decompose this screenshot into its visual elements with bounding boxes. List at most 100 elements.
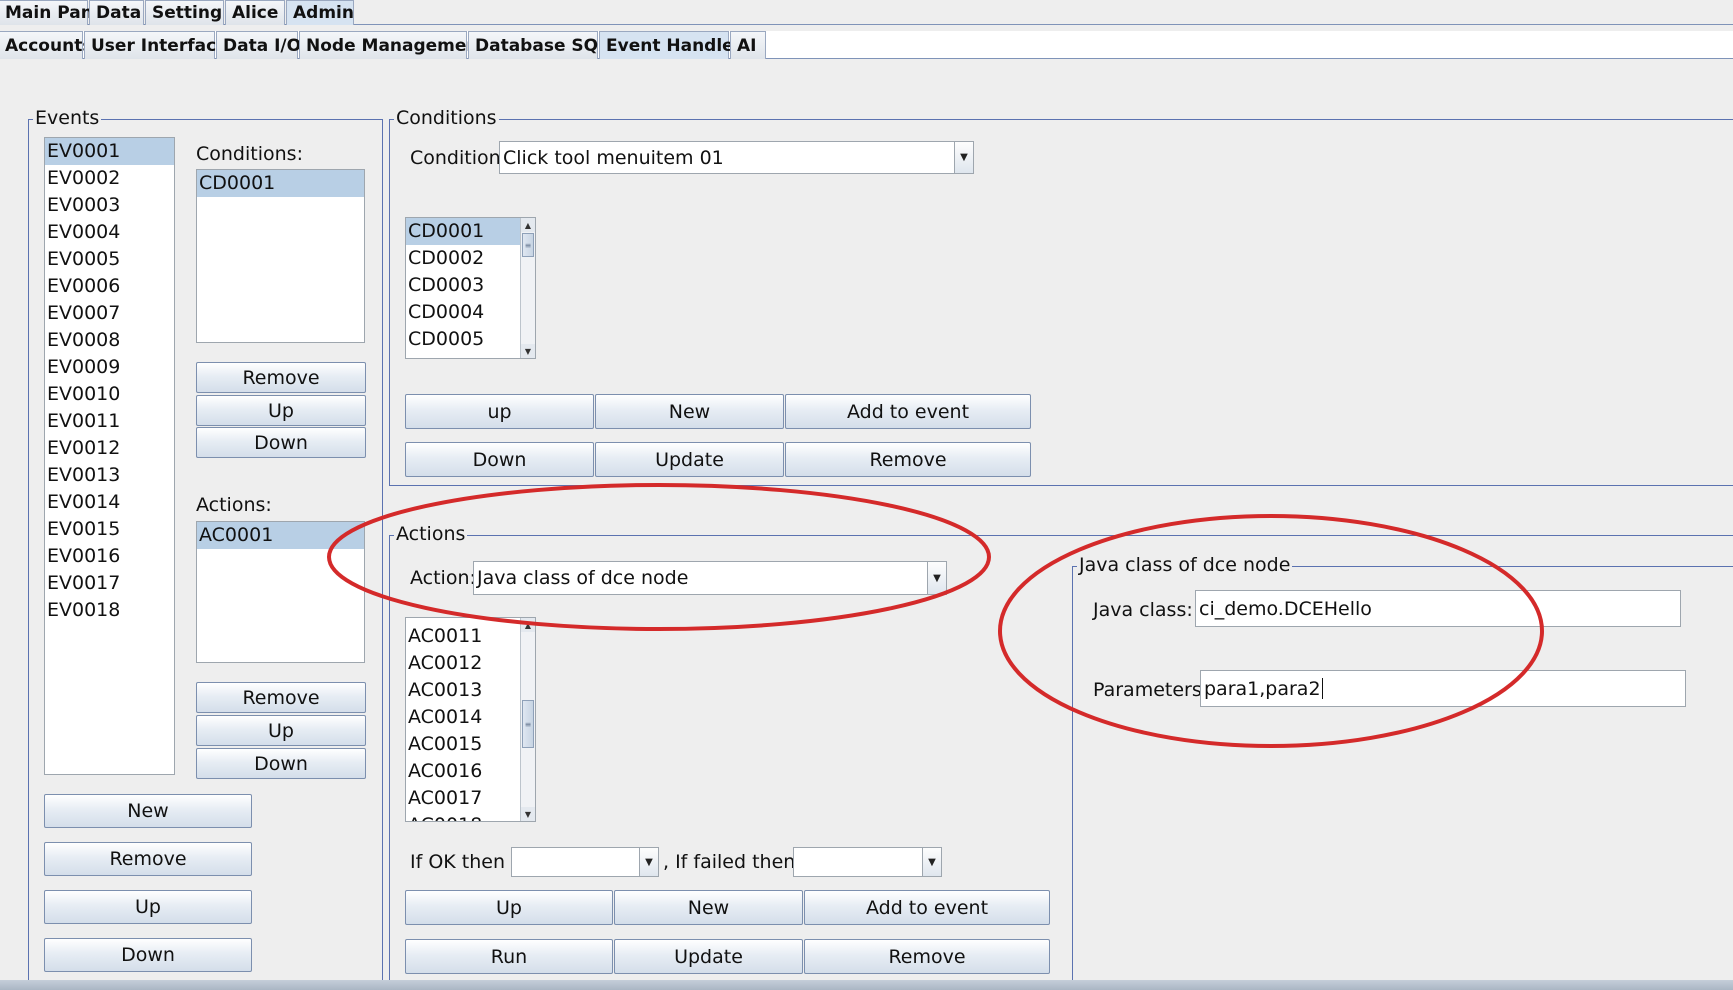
condition-select-value: Click tool menuitem 01 [503,146,724,169]
list-item[interactable]: EV0009 [45,354,174,381]
action-up-button[interactable]: Up [405,890,613,925]
list-item[interactable]: CD0003 [406,272,521,299]
chevron-down-icon[interactable]: ▼ [954,142,973,173]
list-item[interactable]: EV0006 [45,273,174,300]
list-item[interactable]: AC0017 [406,785,521,812]
list-item[interactable]: CD0002 [406,245,521,272]
tab-event-handler[interactable]: Event Handler [599,31,742,59]
tab-database-sql[interactable]: Database SQL [468,31,609,59]
condition-select[interactable]: Click tool menuitem 01 ▼ [499,141,974,174]
events-list[interactable]: EV0001 EV0002 EV0003 EV0004 EV0005 EV0006 EV00… [44,137,175,775]
tab-accounts[interactable]: Accounts [0,31,92,59]
tab-admin[interactable]: Admin [286,0,354,25]
scroll-down-icon[interactable]: ▼ [521,344,535,358]
scroll-down-icon[interactable]: ▼ [521,807,535,821]
list-item[interactable]: EV0005 [45,246,174,273]
action-select[interactable]: Java class of dce node ▼ [473,561,947,595]
list-item[interactable]: AC0015 [406,731,521,758]
actions-scrollbar[interactable]: ▲ ≡ ▼ [520,618,535,821]
list-item[interactable]: EV0007 [45,300,174,327]
if-failed-label: , If failed then [663,851,796,873]
java-class-label: Java class: [1093,599,1193,621]
conditions-list[interactable]: CD0001 CD0002 CD0003 CD0004 CD0005 ▲ ≡ ▼ [405,217,536,359]
list-item[interactable]: AC0001 [197,522,364,549]
list-item[interactable]: EV0011 [45,408,174,435]
list-item[interactable]: EV0002 [45,165,174,192]
event-down-button[interactable]: Down [44,938,252,972]
condition-label: Condition: [410,147,508,169]
event-action-down-button[interactable]: Down [196,748,366,779]
java-class-field[interactable]: ci_demo.DCEHello [1195,590,1681,627]
list-item[interactable]: CD0001 [406,218,521,245]
list-item[interactable]: AC0013 [406,677,521,704]
event-condition-down-button[interactable]: Down [196,427,366,458]
list-item[interactable]: EV0012 [45,435,174,462]
parameters-label: Parameters: [1093,679,1209,701]
list-item[interactable]: CD0004 [406,299,521,326]
condition-update-button[interactable]: Update [595,442,784,477]
condition-remove-button[interactable]: Remove [785,442,1031,477]
condition-down-button[interactable]: Down [405,442,594,477]
action-add-to-event-button[interactable]: Add to event [804,890,1050,925]
list-item[interactable]: EV0010 [45,381,174,408]
chevron-down-icon[interactable]: ▼ [639,848,658,876]
list-item[interactable]: AC0018 [406,812,521,821]
scroll-up-icon[interactable]: ▲ [521,218,535,232]
scroll-thumb[interactable]: ≡ [522,233,534,257]
list-item[interactable]: EV0013 [45,462,174,489]
list-item[interactable]: EV0003 [45,192,174,219]
event-remove-button[interactable]: Remove [44,842,252,876]
java-class-title: Java class of dce node [1077,554,1293,576]
scroll-up-icon[interactable]: ▲ [521,618,535,632]
condition-new-button[interactable]: New [595,394,784,429]
event-condition-remove-button[interactable]: Remove [196,362,366,393]
list-item[interactable]: AC0011 [406,623,521,650]
tab-node-management[interactable]: Node Management [299,31,487,59]
events-title: Events [33,107,102,129]
main-tab-bar: Main Panel Data Setting Alice Admin [0,0,1733,25]
if-ok-select[interactable]: ▼ [511,847,659,877]
tab-alice[interactable]: Alice [225,0,285,25]
tab-setting[interactable]: Setting [145,0,224,25]
condition-up-button[interactable]: up [405,394,594,429]
tab-user-interface[interactable]: User Interface [84,31,228,59]
action-new-button[interactable]: New [614,890,803,925]
actions-list[interactable]: AC0011 AC0012 AC0013 AC0014 AC0015 AC0016 AC00… [405,617,536,822]
list-item[interactable]: AC0016 [406,758,521,785]
tab-main-panel[interactable]: Main Panel [0,0,110,25]
if-failed-select[interactable]: ▼ [793,847,942,877]
action-run-button[interactable]: Run [405,939,613,974]
event-action-remove-button[interactable]: Remove [196,682,366,713]
list-item[interactable]: EV0018 [45,597,174,624]
conditions-scrollbar[interactable]: ▲ ≡ ▼ [520,218,535,358]
parameters-field[interactable]: para1,para2 [1200,670,1686,707]
actions-title: Actions [394,523,468,545]
action-remove-button[interactable]: Remove [804,939,1050,974]
chevron-down-icon[interactable]: ▼ [927,562,946,594]
list-item[interactable]: EV0001 [45,138,174,165]
event-up-button[interactable]: Up [44,890,252,924]
tab-ai[interactable]: AI [730,31,766,59]
list-item[interactable]: CD0005 [406,326,521,353]
list-item[interactable]: AC0014 [406,704,521,731]
list-item[interactable]: AC0012 [406,650,521,677]
condition-add-to-event-button[interactable]: Add to event [785,394,1031,429]
tab-data[interactable]: Data [89,0,144,25]
list-item[interactable]: EV0017 [45,570,174,597]
event-new-button[interactable]: New [44,794,252,828]
list-item[interactable]: EV0015 [45,516,174,543]
list-item[interactable]: EV0004 [45,219,174,246]
list-item[interactable]: EV0014 [45,489,174,516]
list-item[interactable]: CD0001 [197,170,364,197]
list-item[interactable]: EV0016 [45,543,174,570]
list-item[interactable]: EV0008 [45,327,174,354]
event-condition-up-button[interactable]: Up [196,395,366,426]
tab-data-io[interactable]: Data I/O [216,31,301,59]
event-actions-list[interactable]: AC0001 [196,521,365,663]
event-conditions-list[interactable]: CD0001 [196,169,365,343]
action-update-button[interactable]: Update [614,939,803,974]
admin-tab-bar: Accounts User Interface Data I/O Node Ma… [0,31,1733,59]
event-action-up-button[interactable]: Up [196,715,366,746]
chevron-down-icon[interactable]: ▼ [922,848,941,876]
scroll-thumb[interactable]: ≡ [522,700,534,748]
